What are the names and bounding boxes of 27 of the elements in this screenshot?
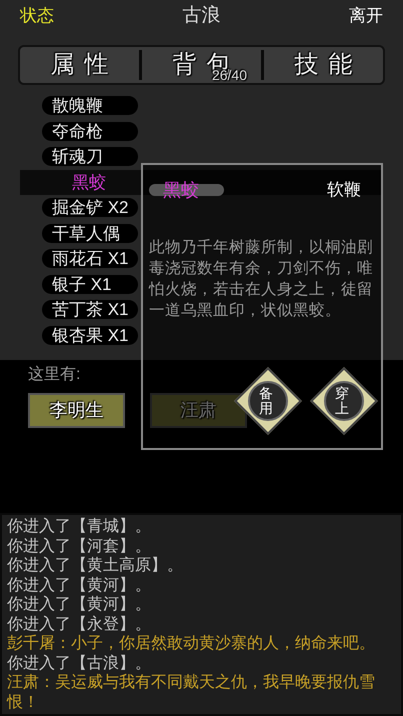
log-line: 彭千屠：小子，你居然敢动黄沙寨的人，纳命来吧。: [7, 634, 376, 654]
status-link[interactable]: 状态: [20, 3, 54, 29]
inventory-item[interactable]: 散魄鞭: [42, 96, 138, 116]
inventory-item[interactable]: 苦丁茶 X1: [42, 300, 138, 320]
inventory-item[interactable]: 干草人偶: [42, 224, 138, 243]
log-line: 你进入了【古浪】。: [7, 654, 152, 673]
log-line: 你进入了【河套】。: [7, 536, 152, 556]
log-line: 你进入了【黄土高原】。: [7, 556, 184, 576]
leave-link[interactable]: 离开: [349, 3, 383, 29]
tab[interactable]: 技能: [264, 47, 383, 83]
inventory-item[interactable]: 雨花石 X1: [42, 249, 138, 268]
inventory-item[interactable]: 掘金铲 X2: [42, 198, 138, 218]
inventory-item[interactable]: 银子 X1: [42, 274, 138, 294]
log-line: 你进入了【青城】。: [7, 517, 152, 536]
item-type: 软鞭: [327, 179, 361, 201]
inventory-item[interactable]: 夺命枪: [42, 122, 138, 141]
item-description: 此物乃千年树藤所制，以桐油剧毒浇冠数年有余，刀剑不伤，唯怕火烧，若击在人身之上，徒留一道乌黑血印，状似黑蛟。: [149, 238, 374, 320]
log-line: 你进入了【黄河】。: [7, 576, 152, 595]
inventory-item[interactable]: 银杏果 X1: [42, 326, 138, 345]
log-line: 你进入了【永登】。: [7, 614, 152, 634]
log-line: 你进入了【黄河】。: [7, 595, 152, 614]
inventory-item[interactable]: 斩魂刀: [42, 147, 138, 166]
tab[interactable]: 属性: [20, 47, 139, 83]
here-label: 这里有:: [28, 364, 82, 385]
log-line: 汪肃：吴运威与我有不同戴天之仇，我早晚要报仇雪恨！: [7, 673, 376, 712]
location-title: 古浪: [182, 4, 220, 28]
npc-button[interactable]: 李明生: [28, 393, 125, 428]
